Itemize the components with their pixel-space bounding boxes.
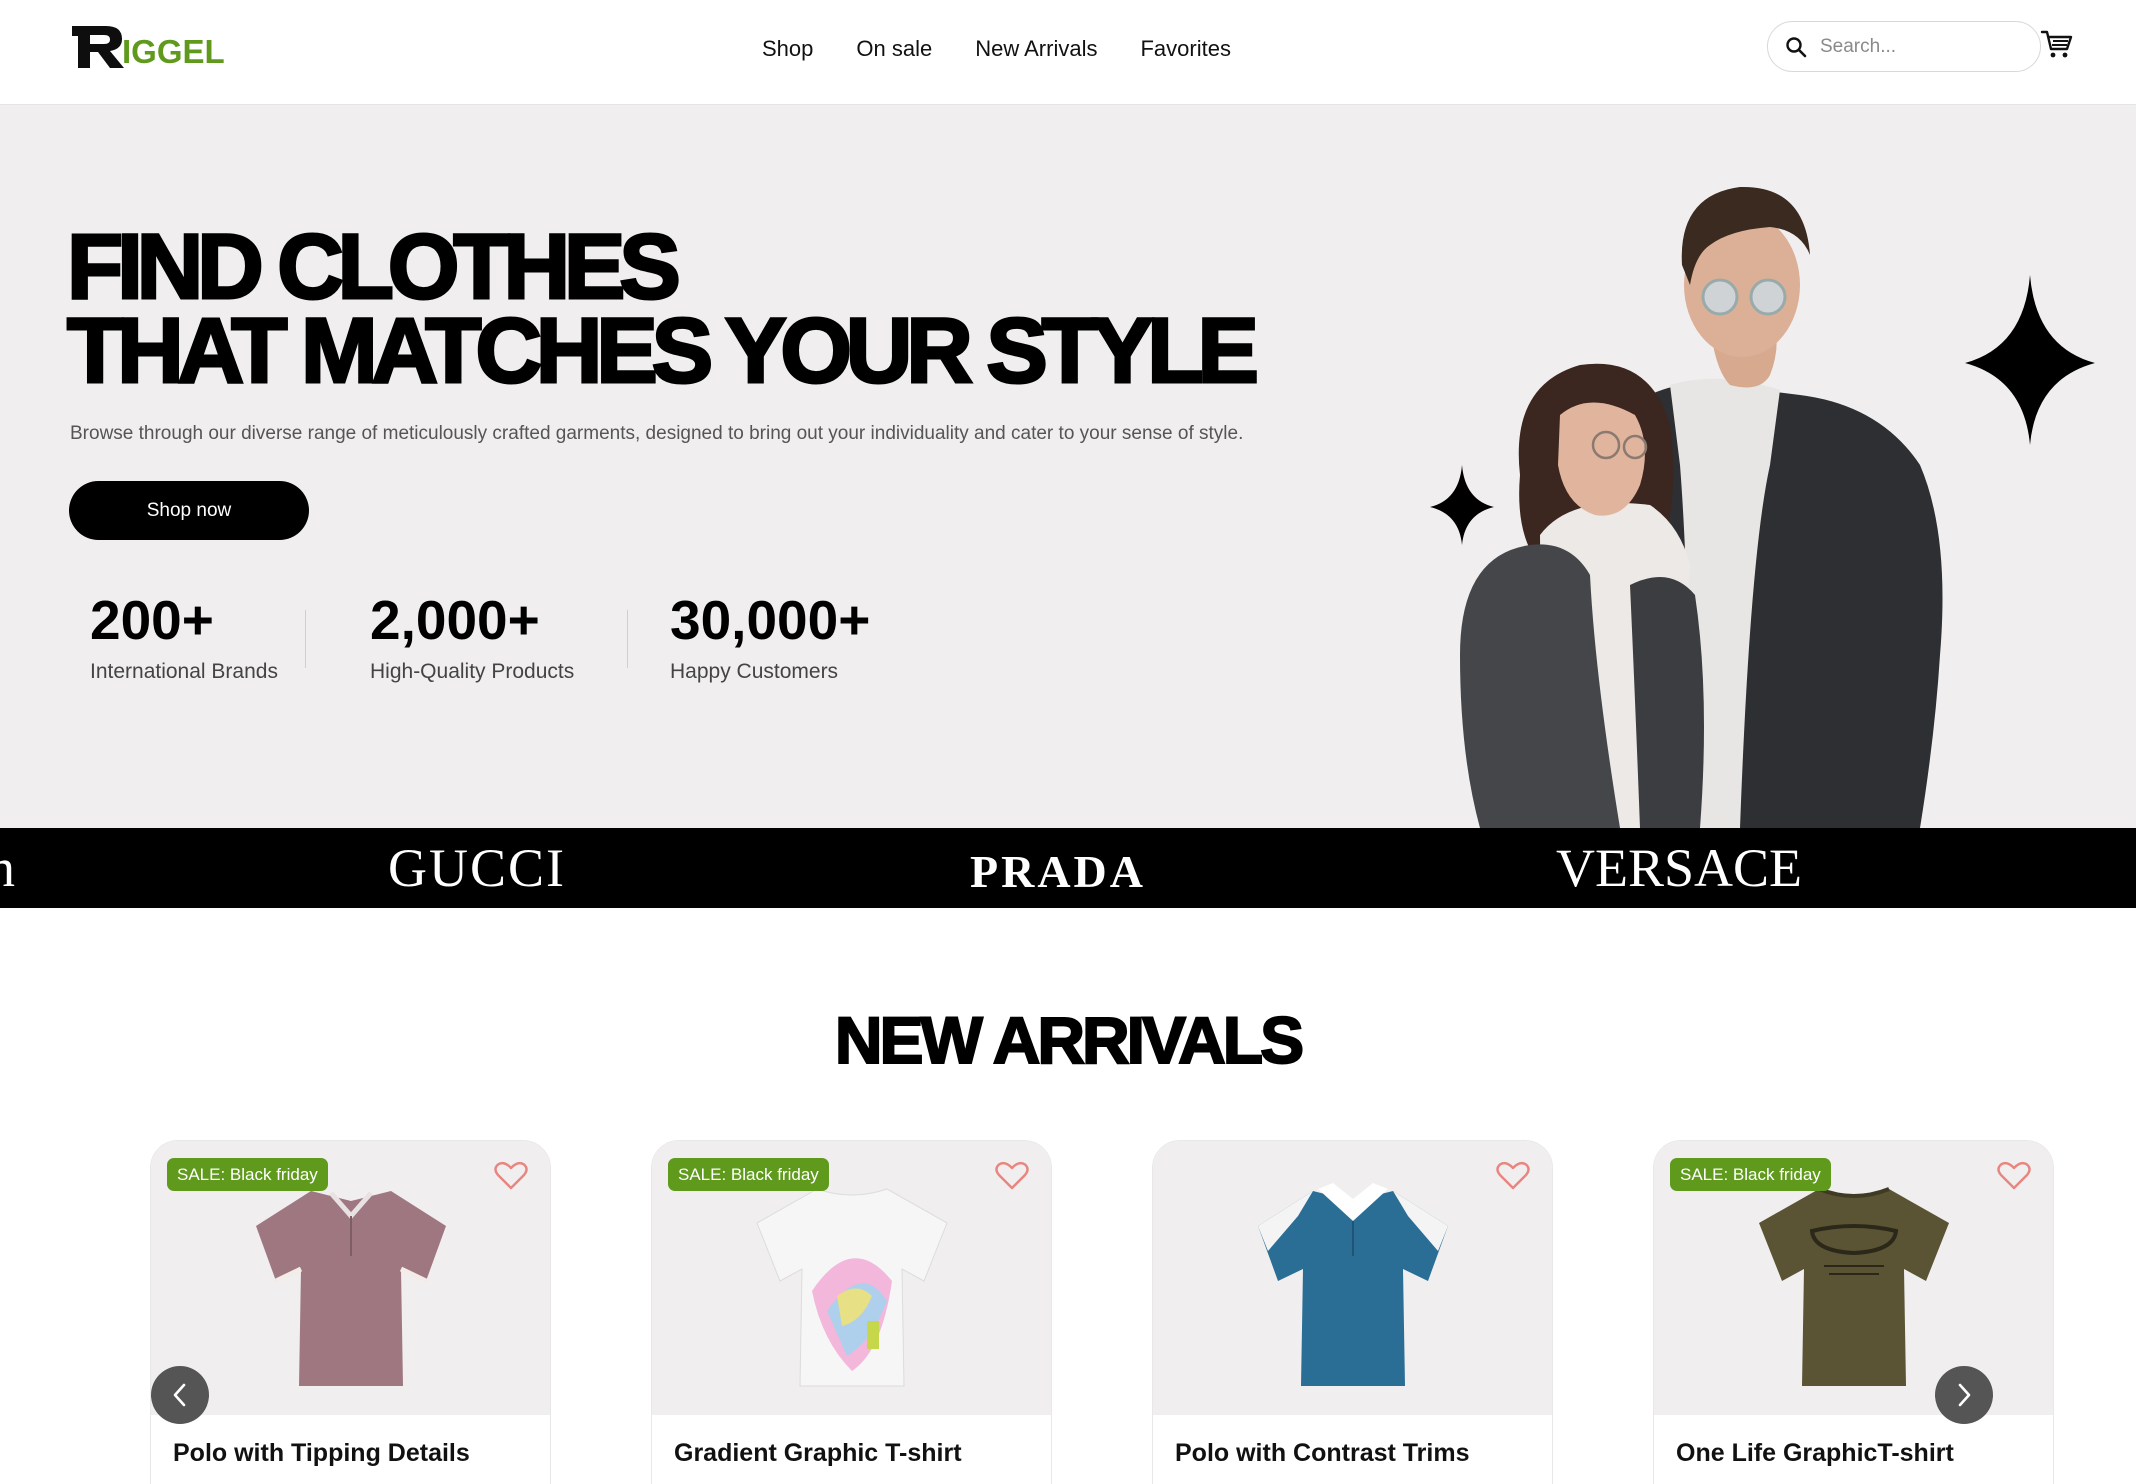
search-icon [1786,37,1807,58]
hero-couple-image [1430,186,2095,828]
logo[interactable]: IGGEL [70,22,230,72]
chevron-left-icon [173,1383,186,1407]
carousel-prev-button[interactable] [151,1366,209,1424]
product-name[interactable]: Gradient Graphic T-shirt [674,1439,962,1468]
brand-logo-prada: PRADA [970,846,1146,897]
stat-customers: 30,000+ Happy Customers [670,590,870,684]
product-name[interactable]: Polo with Contrast Trims [1175,1439,1469,1468]
product-card[interactable]: SALE: Black friday Gradient Graphic T-sh… [651,1140,1052,1484]
search-box[interactable] [1767,21,2041,72]
stat-brands: 200+ International Brands [90,590,278,684]
brand-logo-gucci: GUCCI [388,838,567,898]
stat-value: 2,000+ [370,589,540,651]
product-name[interactable]: Polo with Tipping Details [173,1439,470,1468]
nav-shop[interactable]: Shop [762,34,813,64]
nav-new-arrivals[interactable]: New Arrivals [975,34,1097,64]
sale-badge: SALE: Black friday [668,1158,829,1191]
logo-text: IGGEL [122,33,225,70]
logo-r-mark [72,26,124,68]
stat-label: Happy Customers [670,660,839,683]
heart-icon[interactable] [995,1161,1029,1191]
sale-badge: SALE: Black friday [1670,1158,1831,1191]
nav-on-sale[interactable]: On sale [856,34,932,64]
main-nav: Shop On sale New Arrivals Favorites [762,34,1274,64]
new-arrivals-title: NEW ARRIVALS [834,1002,1305,1078]
brand-logo-partial: n [0,838,15,898]
product-card[interactable]: SALE: Black friday Polo with Tipping Det… [150,1140,551,1484]
hero-title: FIND CLOTHES THAT MATCHES YOUR STYLE [66,216,1261,402]
tshirt-image [756,1188,948,1387]
product-image-area[interactable] [1153,1141,1552,1415]
stat-divider [305,610,306,668]
product-name[interactable]: One Life GraphicT-shirt [1676,1439,1954,1468]
brand-strip: n GUCCI PRADA VERSACE [0,828,2136,908]
nav-favorites[interactable]: Favorites [1140,34,1230,64]
stat-label: International Brands [90,660,278,683]
search-input[interactable] [1820,32,2020,62]
polo-shirt-image [256,1191,446,1386]
stat-products: 2,000+ High-Quality Products [370,590,574,684]
shop-now-button[interactable]: Shop now [69,481,309,540]
tshirt-image [1759,1187,1949,1386]
brand-logo-versace: VERSACE [1556,838,1803,898]
heart-icon[interactable] [1997,1161,2031,1191]
heart-icon[interactable] [494,1161,528,1191]
stat-label: High-Quality Products [370,660,575,683]
stat-value: 200+ [90,589,214,651]
carousel-next-button[interactable] [1935,1366,1993,1424]
hero-title-line-2: THAT MATCHES YOUR STYLE [66,300,1261,402]
stat-value: 30,000+ [670,589,871,651]
cart-icon[interactable] [2040,28,2074,60]
polo-shirt-image [1258,1183,1448,1386]
sparkle-small-icon [1430,465,1494,545]
navbar: IGGEL Shop On sale New Arrivals Favorite… [0,0,2136,105]
hero-title-line-1: FIND CLOTHES [66,216,683,318]
chevron-right-icon [1958,1383,1971,1407]
heart-icon[interactable] [1496,1161,1530,1191]
hero-section: FIND CLOTHES THAT MATCHES YOUR STYLE Bro… [0,105,2136,828]
product-card[interactable]: Polo with Contrast Trims [1152,1140,1553,1484]
sparkle-large-icon [1965,275,2095,445]
stat-divider [627,610,628,668]
hero-subtitle: Browse through our diverse range of meti… [70,423,1244,444]
product-card[interactable]: SALE: Black friday One Life GraphicT-shi… [1653,1140,2054,1484]
sale-badge: SALE: Black friday [167,1158,328,1191]
